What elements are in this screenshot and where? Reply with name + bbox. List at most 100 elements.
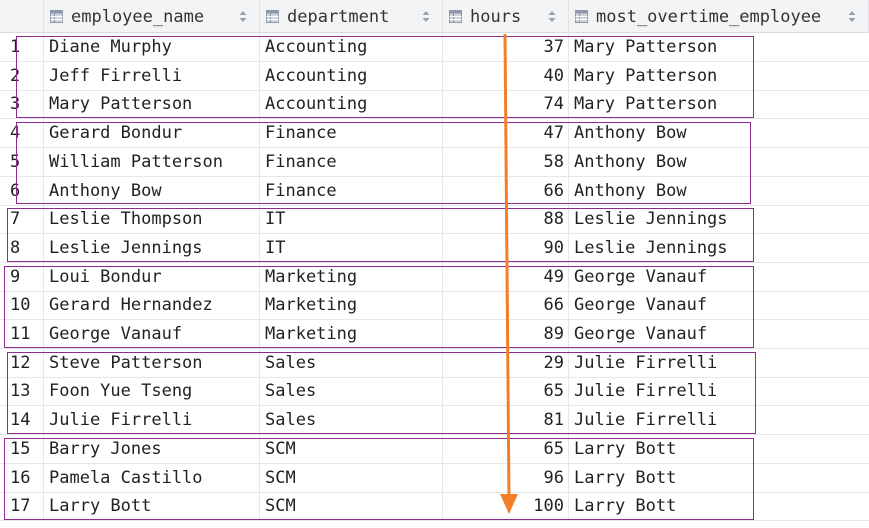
table-row[interactable]: 7 Leslie Thompson IT 88 Leslie Jennings: [0, 205, 869, 235]
cell-employee-name[interactable]: Loui Bondur: [44, 262, 260, 291]
cell-department[interactable]: Accounting: [260, 33, 443, 61]
cell-department[interactable]: Sales: [260, 406, 443, 435]
cell-hours[interactable]: 47: [443, 119, 569, 148]
cell-employee-name[interactable]: Barry Jones: [44, 434, 260, 463]
cell-employee-name[interactable]: William Patterson: [44, 147, 260, 176]
cell-employee-name[interactable]: Gerard Bondur: [44, 119, 260, 148]
cell-hours[interactable]: 90: [443, 233, 569, 262]
cell-department[interactable]: SCM: [260, 492, 443, 521]
cell-department[interactable]: SCM: [260, 434, 443, 463]
cell-most-overtime-employee[interactable]: Larry Bott: [569, 435, 869, 463]
cell-employee-name[interactable]: Steve Patterson: [44, 348, 260, 377]
cell-hours[interactable]: 88: [443, 205, 569, 234]
cell-most-overtime-employee[interactable]: Leslie Jennings: [569, 205, 869, 233]
table-row[interactable]: 12 Steve Patterson Sales 29 Julie Firrelli: [0, 348, 869, 378]
cell-department[interactable]: Sales: [260, 377, 443, 406]
cell-department[interactable]: Marketing: [260, 291, 443, 320]
cell-most-overtime-employee[interactable]: Mary Patterson: [569, 33, 869, 61]
cell-hours[interactable]: 29: [443, 348, 569, 377]
cell-department[interactable]: IT: [260, 205, 443, 234]
table-row[interactable]: 10 Gerard Hernandez Marketing 66 George Vana…: [0, 291, 869, 321]
cell-department[interactable]: Accounting: [260, 61, 443, 90]
cell-department[interactable]: Finance: [260, 119, 443, 148]
cell-hours[interactable]: 37: [443, 33, 569, 61]
cell-employee-name[interactable]: Leslie Thompson: [44, 205, 260, 234]
sort-toggle-icon[interactable]: [239, 10, 247, 23]
cell-department[interactable]: Sales: [260, 348, 443, 377]
sort-toggle-icon[interactable]: [848, 10, 856, 23]
table-row[interactable]: 3 Mary Patterson Accounting 74 Mary Patterso…: [0, 90, 869, 120]
cell-most-overtime-employee[interactable]: Anthony Bow: [569, 148, 869, 176]
table-row[interactable]: 14 Julie Firrelli Sales 81 Julie Firrelli: [0, 406, 869, 436]
cell-hours[interactable]: 49: [443, 262, 569, 291]
cell-most-overtime-employee[interactable]: Larry Bott: [569, 464, 869, 492]
sort-toggle-icon[interactable]: [548, 10, 556, 23]
cell-hours[interactable]: 74: [443, 90, 569, 119]
table-row[interactable]: 11 George Vanauf Marketing 89 George Vanauf: [0, 320, 869, 349]
cell-hours[interactable]: 96: [443, 463, 569, 492]
cell-most-overtime-employee[interactable]: Mary Patterson: [569, 62, 869, 90]
cell-most-overtime-employee[interactable]: Anthony Bow: [569, 177, 869, 205]
cell-employee-name[interactable]: George Vanauf: [44, 320, 260, 348]
cell-hours[interactable]: 58: [443, 147, 569, 176]
cell-hours[interactable]: 66: [443, 291, 569, 320]
table-column-icon: [266, 10, 279, 23]
table-row[interactable]: 9 Loui Bondur Marketing 49 George Vanauf: [0, 262, 869, 292]
cell-department[interactable]: Marketing: [260, 262, 443, 291]
cell-most-overtime-employee[interactable]: Leslie Jennings: [569, 234, 869, 262]
cell-hours[interactable]: 65: [443, 434, 569, 463]
table-row[interactable]: 1 Diane Murphy Accounting 37 Mary Patterson: [0, 33, 869, 62]
column-header-hours[interactable]: hours: [443, 0, 569, 33]
cell-hours[interactable]: 40: [443, 61, 569, 90]
column-header-label: hours: [470, 6, 522, 27]
cell-most-overtime-employee[interactable]: Julie Firrelli: [569, 377, 869, 405]
row-number: 14: [0, 406, 44, 435]
cell-most-overtime-employee[interactable]: Mary Patterson: [569, 90, 869, 118]
cell-employee-name[interactable]: Pamela Castillo: [44, 463, 260, 492]
cell-hours[interactable]: 66: [443, 176, 569, 205]
cell-employee-name[interactable]: Larry Bott: [44, 492, 260, 521]
table-row[interactable]: 16 Pamela Castillo SCM 96 Larry Bott: [0, 463, 869, 493]
cell-hours[interactable]: 65: [443, 377, 569, 406]
cell-department[interactable]: IT: [260, 233, 443, 262]
cell-department[interactable]: Finance: [260, 176, 443, 205]
sort-toggle-icon[interactable]: [422, 10, 430, 23]
cell-most-overtime-employee[interactable]: George Vanauf: [569, 263, 869, 291]
table-row[interactable]: 8 Leslie Jennings IT 90 Leslie Jennings: [0, 233, 869, 263]
table-row[interactable]: 2 Jeff Firrelli Accounting 40 Mary Patterson: [0, 61, 869, 91]
row-number: 6: [0, 176, 44, 205]
column-header-most-overtime-employee[interactable]: most_overtime_employee: [569, 0, 869, 33]
cell-department[interactable]: Finance: [260, 147, 443, 176]
cell-hours[interactable]: 89: [443, 320, 569, 348]
cell-most-overtime-employee[interactable]: George Vanauf: [569, 320, 869, 348]
table-row[interactable]: 6 Anthony Bow Finance 66 Anthony Bow: [0, 176, 869, 206]
table-row[interactable]: 4 Gerard Bondur Finance 47 Anthony Bow: [0, 119, 869, 149]
table-row[interactable]: 5 William Patterson Finance 58 Anthony Bow: [0, 147, 869, 177]
row-number: 9: [0, 262, 44, 291]
rownum-header: [0, 0, 44, 33]
cell-most-overtime-employee[interactable]: Julie Firrelli: [569, 406, 869, 434]
cell-employee-name[interactable]: Mary Patterson: [44, 90, 260, 119]
cell-employee-name[interactable]: Foon Yue Tseng: [44, 377, 260, 406]
cell-most-overtime-employee[interactable]: Larry Bott: [569, 492, 869, 520]
cell-employee-name[interactable]: Diane Murphy: [44, 33, 260, 61]
cell-department[interactable]: SCM: [260, 463, 443, 492]
table-row[interactable]: 15 Barry Jones SCM 65 Larry Bott: [0, 434, 869, 464]
cell-department[interactable]: Marketing: [260, 320, 443, 348]
table-row[interactable]: 13 Foon Yue Tseng Sales 65 Julie Firrelli: [0, 377, 869, 407]
cell-employee-name[interactable]: Leslie Jennings: [44, 233, 260, 262]
cell-most-overtime-employee[interactable]: Julie Firrelli: [569, 349, 869, 377]
cell-employee-name[interactable]: Gerard Hernandez: [44, 291, 260, 320]
cell-employee-name[interactable]: Julie Firrelli: [44, 406, 260, 435]
cell-most-overtime-employee[interactable]: Anthony Bow: [569, 119, 869, 147]
column-header-department[interactable]: department: [260, 0, 443, 33]
column-header-employee-name[interactable]: employee_name: [44, 0, 260, 33]
cell-department[interactable]: Accounting: [260, 90, 443, 119]
cell-most-overtime-employee[interactable]: George Vanauf: [569, 291, 869, 319]
column-header-label: employee_name: [71, 6, 205, 27]
cell-hours[interactable]: 100: [443, 492, 569, 521]
cell-employee-name[interactable]: Anthony Bow: [44, 176, 260, 205]
cell-employee-name[interactable]: Jeff Firrelli: [44, 61, 260, 90]
table-row[interactable]: 17 Larry Bott SCM 100 Larry Bott: [0, 492, 869, 522]
cell-hours[interactable]: 81: [443, 406, 569, 435]
